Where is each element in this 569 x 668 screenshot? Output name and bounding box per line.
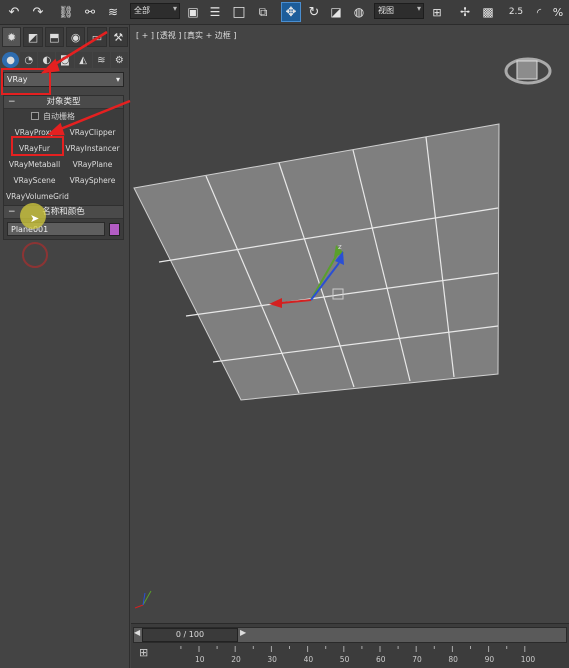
annotation-arrows	[40, 30, 131, 136]
